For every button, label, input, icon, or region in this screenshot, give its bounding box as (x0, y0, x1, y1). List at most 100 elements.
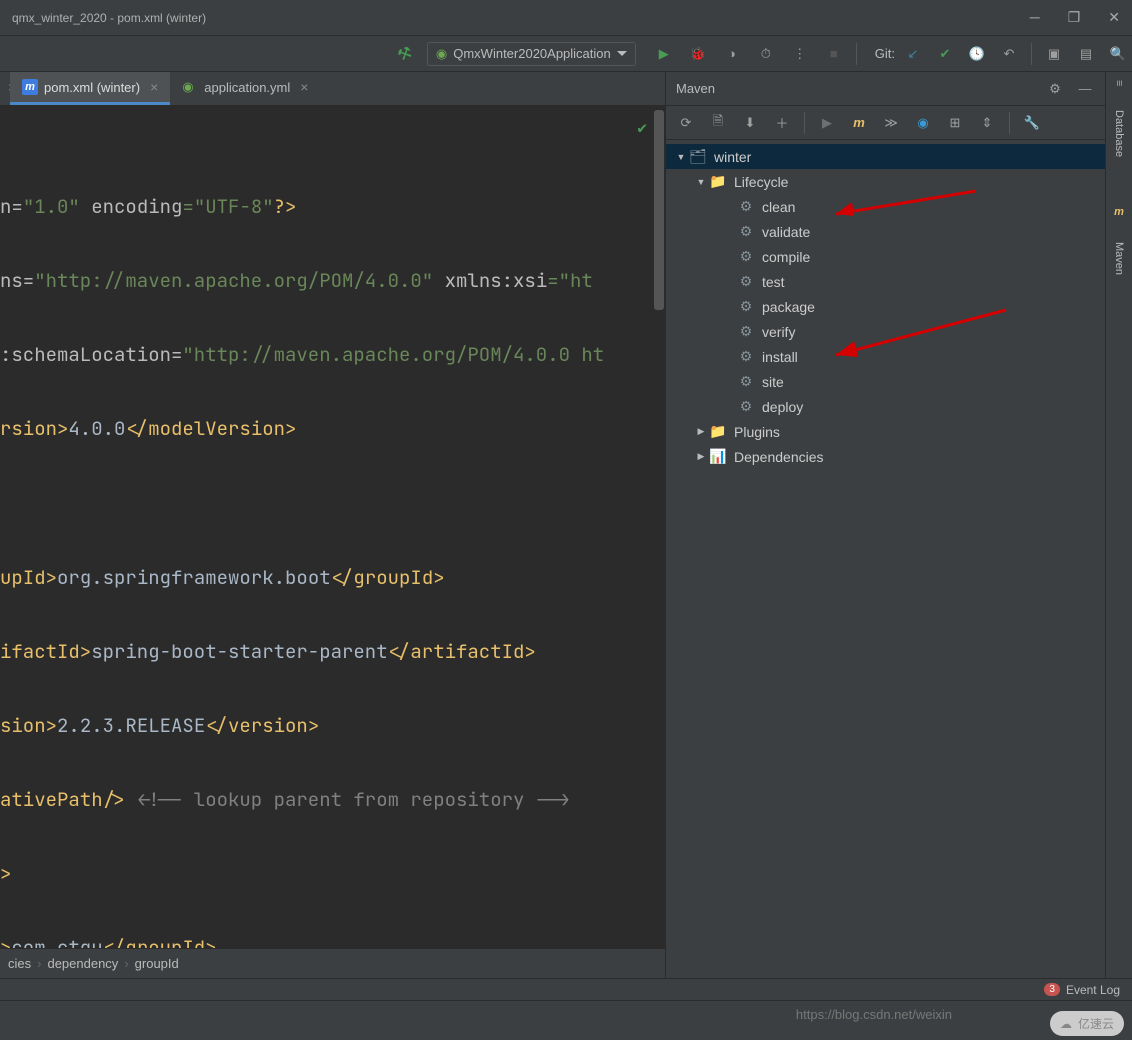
tab-yml[interactable]: ◉ application.yml × (170, 72, 320, 105)
chevron-right-icon: › (124, 956, 128, 971)
event-log-button[interactable]: 3 Event Log (1044, 983, 1120, 997)
chevron-right-icon[interactable] (694, 451, 708, 462)
folder-icon: 📁 (710, 424, 726, 440)
close-button[interactable]: ✕ (1108, 9, 1120, 26)
tree-plugins[interactable]: 📁 Plugins (666, 419, 1105, 444)
main-toolbar: ⚒ ◉ QmxWinter2020Application ▶ 🐞 ◑ ⏱ ⋮ ■… (0, 36, 1132, 72)
maven-panel-header: Maven ⚙ — (666, 72, 1105, 106)
gear-icon[interactable]: ⚙ (1045, 79, 1065, 99)
gear-icon: ⚙ (738, 324, 754, 340)
tree-label: Plugins (734, 424, 780, 440)
divider (1009, 112, 1010, 134)
tree-lifecycle[interactable]: 📁 Lifecycle (666, 169, 1105, 194)
maven-tool-icon[interactable]: m (1114, 206, 1124, 218)
folder-icon: 📁 (710, 174, 726, 190)
maven-goal-package[interactable]: ⚙package (666, 294, 1105, 319)
database-label[interactable]: Database (1113, 110, 1125, 157)
minimize-button[interactable]: ─ (1030, 9, 1040, 26)
show-dependencies-icon[interactable]: ⊞ (945, 113, 965, 133)
crumb[interactable]: dependency (47, 956, 118, 971)
maven-goal-site[interactable]: ⚙site (666, 369, 1105, 394)
add-icon[interactable]: ＋ (772, 113, 792, 133)
debug-icon[interactable]: 🐞 (688, 44, 708, 64)
settings-icon[interactable]: 🔧 (1022, 113, 1042, 133)
profiler-icon[interactable]: ⏱ (756, 44, 776, 64)
presentation-icon[interactable]: ▤ (1076, 44, 1096, 64)
toggle-offline-icon[interactable]: ≫ (881, 113, 901, 133)
tab-pom[interactable]: m pom.xml (winter) × (10, 72, 170, 105)
stop-icon[interactable]: ■ (824, 44, 844, 64)
coverage-icon[interactable]: ◑ (722, 44, 742, 64)
run-config-label: QmxWinter2020Application (453, 46, 611, 61)
event-log-label: Event Log (1066, 983, 1120, 997)
collapse-icon[interactable]: ⇕ (977, 113, 997, 133)
goal-label: install (762, 349, 798, 365)
watermark-label: 亿速云 (1078, 1015, 1114, 1032)
titlebar: qmx_winter_2020 - pom.xml (winter) ─ ❐ ✕ (0, 0, 1132, 36)
maven-goal-install[interactable]: ⚙install (666, 344, 1105, 369)
tab-label: pom.xml (winter) (44, 80, 140, 95)
chevron-right-icon[interactable] (694, 426, 708, 437)
download-icon[interactable]: ⬇ (740, 113, 760, 133)
goal-label: clean (762, 199, 795, 215)
divider (804, 112, 805, 134)
goal-label: compile (762, 249, 810, 265)
goal-label: test (762, 274, 785, 290)
gear-icon: ⚙ (738, 274, 754, 290)
generate-sources-icon[interactable]: 🗎 (708, 113, 728, 133)
maximize-button[interactable]: ❐ (1068, 9, 1081, 26)
right-tool-strip: ≡ Database m Maven (1105, 72, 1132, 978)
source-url: https://blog.csdn.net/weixin (796, 1007, 952, 1022)
scrollbar[interactable] (653, 106, 665, 948)
revert-icon[interactable]: ↶ (999, 44, 1019, 64)
gear-icon: ⚙ (738, 249, 754, 265)
crumb[interactable]: groupId (135, 956, 179, 971)
chevron-down-icon (617, 51, 627, 56)
event-count-badge: 3 (1044, 983, 1060, 996)
maven-goal-test[interactable]: ⚙ test (666, 269, 1105, 294)
tab-label: application.yml (204, 80, 290, 95)
tree-label: Lifecycle (734, 174, 788, 190)
maven-toolbar: ⟳ 🗎 ⬇ ＋ ▶ m ≫ ◉ ⊞ ⇕ 🔧 (666, 106, 1105, 140)
tree-dependencies[interactable]: 📊 Dependencies (666, 444, 1105, 469)
chevron-down-icon[interactable] (674, 152, 688, 162)
maven-goal-compile[interactable]: ⚙ compile (666, 244, 1105, 269)
reimport-icon[interactable]: ⟳ (676, 113, 696, 133)
skip-tests-icon[interactable]: ◉ (913, 113, 933, 133)
minimize-panel-icon[interactable]: — (1075, 79, 1095, 99)
goal-label: verify (762, 324, 795, 340)
maven-goal-validate[interactable]: ⚙validate (666, 219, 1105, 244)
folder-icon: 📊 (710, 449, 726, 465)
maven-goal-verify[interactable]: ⚙ verify (666, 319, 1105, 344)
inspection-ok-icon[interactable]: ✔ (637, 112, 647, 143)
git-update-icon[interactable]: ↙ (903, 44, 923, 64)
close-icon[interactable]: × (300, 79, 308, 95)
history-icon[interactable]: 🕓 (967, 44, 987, 64)
maven-goal-deploy[interactable]: ⚙deploy (666, 394, 1105, 419)
chevron-down-icon[interactable] (694, 177, 708, 187)
module-icon: 🗂 (690, 149, 706, 165)
maven-goal-clean[interactable]: ⚙clean (666, 194, 1105, 219)
breadcrumb[interactable]: cies › dependency › groupId (0, 948, 665, 978)
execute-icon[interactable]: m (849, 113, 869, 133)
run-goal-icon[interactable]: ▶ (817, 113, 837, 133)
run-icon[interactable]: ▶ (654, 44, 674, 64)
tree-root-winter[interactable]: 🗂 winter (666, 144, 1105, 169)
database-tool-icon[interactable]: ≡ (1113, 80, 1125, 86)
maven-label[interactable]: Maven (1113, 242, 1125, 275)
editor-tabs: × m pom.xml (winter) × ◉ application.yml… (0, 72, 665, 106)
attach-icon[interactable]: ⋮ (790, 44, 810, 64)
scroll-thumb[interactable] (654, 110, 664, 310)
build-icon[interactable]: ⚒ (392, 40, 419, 67)
code-editor[interactable]: ✔ n="1.0" encoding="UTF-8"?> ns="http://… (0, 106, 665, 948)
maven-tree: 🗂 winter 📁 Lifecycle ⚙clean⚙validate⚙com… (666, 140, 1105, 978)
git-commit-icon[interactable]: ✔ (935, 44, 955, 64)
tree-label: winter (714, 149, 751, 165)
window-icon[interactable]: ▣ (1044, 44, 1064, 64)
run-config-selector[interactable]: ◉ QmxWinter2020Application (427, 42, 636, 66)
close-icon[interactable]: × (150, 79, 158, 95)
search-icon[interactable]: 🔍 (1108, 44, 1128, 64)
tree-label: Dependencies (734, 449, 824, 465)
crumb[interactable]: cies (8, 956, 31, 971)
tab-close-prev[interactable]: × (0, 72, 10, 105)
